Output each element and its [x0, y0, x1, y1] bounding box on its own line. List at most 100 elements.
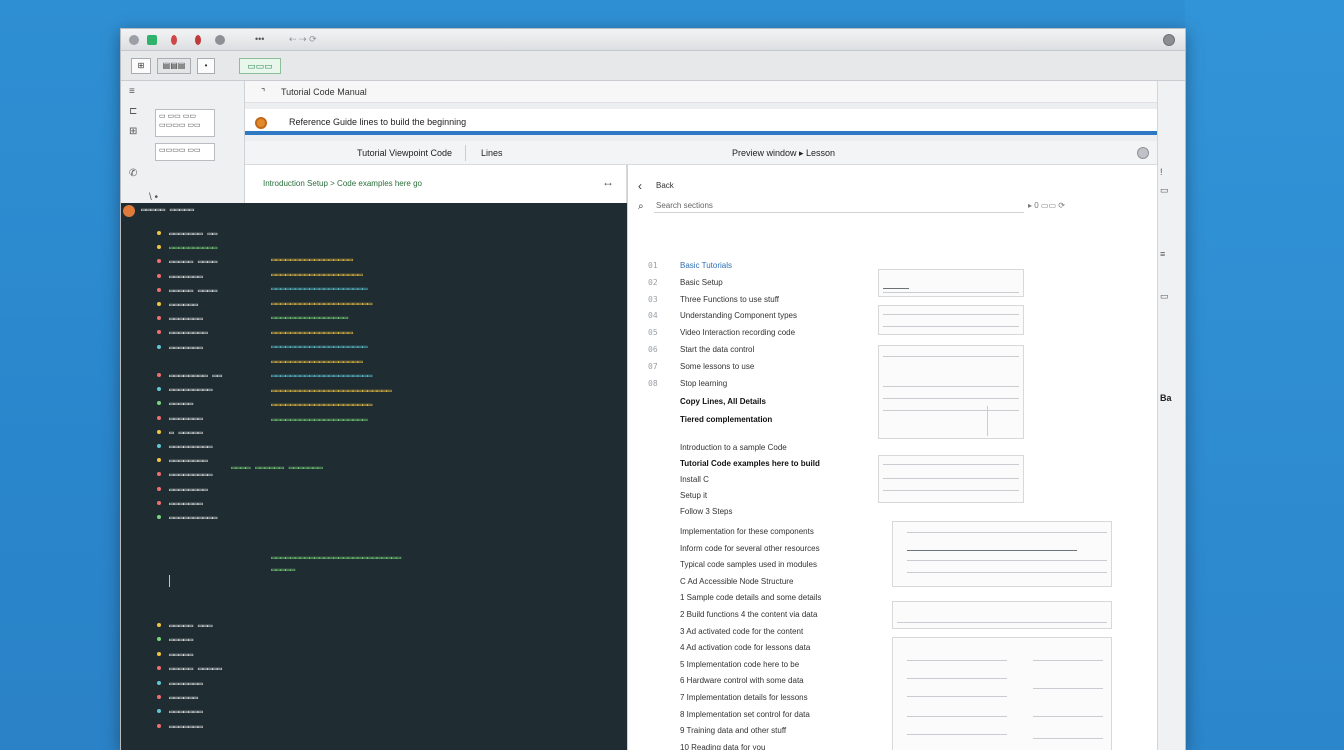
- window-tabs[interactable]: •••: [255, 34, 264, 44]
- lesson-link[interactable]: Stop learning: [680, 379, 727, 388]
- resize-icon[interactable]: ↔: [602, 175, 614, 189]
- panel-icon[interactable]: ▭: [1160, 185, 1169, 196]
- lesson-link[interactable]: Basic Setup: [680, 278, 723, 287]
- settings-icon[interactable]: [215, 35, 225, 45]
- tree-item[interactable]: ▭▭▭▭▭▭▭: [169, 272, 203, 281]
- back-forward-icons[interactable]: ⇠ ⇢ ⟳: [289, 34, 317, 45]
- tree-item[interactable]: ▭▭▭▭▭▭▭: [169, 679, 203, 688]
- tree-item[interactable]: ▭▭▭▭▭ ▭▭▭: [169, 621, 212, 630]
- step-item[interactable]: 10 Reading data for you: [680, 743, 765, 750]
- list-icon[interactable]: ≡: [129, 87, 141, 97]
- lesson-link[interactable]: Start the data control: [680, 345, 754, 354]
- grid-icon[interactable]: ⊞: [129, 127, 141, 137]
- thumbnail-2[interactable]: [878, 305, 1024, 335]
- editor-path-bar: Introduction Setup > Code examples here …: [245, 165, 627, 203]
- thumbnail-3[interactable]: [878, 345, 1024, 439]
- back-label[interactable]: Back: [656, 181, 674, 190]
- tree-item[interactable]: ▭▭▭▭▭▭▭▭▭▭: [169, 513, 217, 522]
- panel-close-icon[interactable]: [1137, 147, 1149, 159]
- breadcrumb-text[interactable]: Tutorial Code Manual: [281, 87, 367, 97]
- tree-item[interactable]: ▭▭▭▭▭ ▭▭▭▭: [169, 257, 217, 266]
- step-item[interactable]: Introduction to a sample Code: [680, 443, 787, 452]
- step-item[interactable]: Install C: [680, 475, 709, 484]
- thumb-line: [907, 572, 1107, 573]
- thumbnail-7[interactable]: [892, 637, 1112, 750]
- step-item[interactable]: C Ad Accessible Node Structure: [680, 577, 793, 586]
- tree-item[interactable]: ▭▭▭▭▭▭▭▭▭: [169, 442, 212, 451]
- page-icon[interactable]: ▭: [1160, 291, 1169, 302]
- step-item[interactable]: 4 Ad activation code for lessons data: [680, 643, 810, 652]
- tree-item[interactable]: ▭▭▭▭▭▭▭▭▭▭: [169, 243, 217, 252]
- step-item[interactable]: Setup it: [680, 491, 707, 500]
- layout-button[interactable]: ⊞: [131, 58, 151, 74]
- bookmark-icon[interactable]: ⊏: [129, 107, 141, 117]
- thumbnail-1[interactable]: [878, 269, 1024, 297]
- code-line: ▭▭▭▭▭▭▭▭▭▭▭▭▭▭▭▭▭▭▭▭: [271, 414, 368, 424]
- window-close-icon[interactable]: [1163, 34, 1175, 46]
- tree-item[interactable]: ▭▭▭▭▭▭: [169, 300, 198, 309]
- tree-item[interactable]: ▭▭▭▭▭▭▭: [169, 414, 203, 423]
- app-icon: [129, 35, 139, 45]
- green-app-icon[interactable]: [147, 35, 157, 45]
- step-item[interactable]: 3 Ad activated code for the content: [680, 627, 803, 636]
- tree-item[interactable]: ▭ ▭▭▭▭▭: [169, 428, 203, 437]
- red-pin-icon[interactable]: [171, 35, 177, 45]
- tree-item[interactable]: ▭▭▭▭▭: [169, 650, 193, 659]
- font-button[interactable]: Ba: [1160, 393, 1172, 403]
- tree-item[interactable]: ▭▭▭▭▭ ▭▭▭▭▭: [169, 664, 222, 673]
- tree-item[interactable]: ▭▭▭▭▭: [169, 399, 193, 408]
- search-input[interactable]: Search sections: [654, 199, 1024, 213]
- thumbnail-6[interactable]: [892, 601, 1112, 629]
- step-item[interactable]: 7 Implementation details for lessons: [680, 693, 808, 702]
- step-item[interactable]: 8 Implementation set control for data: [680, 710, 810, 719]
- tab-tutorial[interactable]: Tutorial Viewpoint Code: [357, 148, 452, 158]
- step-item[interactable]: Typical code samples used in modules: [680, 560, 817, 569]
- tree-dot: [157, 344, 161, 349]
- step-item[interactable]: Implementation for these components: [680, 527, 814, 536]
- lesson-link[interactable]: Three Functions to use stuff: [680, 295, 779, 304]
- tree-item[interactable]: ▭▭▭▭▭▭▭: [169, 722, 203, 731]
- run-button[interactable]: ▭▭▭: [239, 58, 281, 74]
- tab-lines[interactable]: Lines: [481, 148, 503, 158]
- step-item[interactable]: 5 Implementation code here to be: [680, 660, 799, 669]
- tree-item[interactable]: ▭▭▭▭▭▭▭▭▭: [169, 385, 212, 394]
- step-item[interactable]: Tutorial Code examples here to build: [680, 459, 820, 468]
- editor-path[interactable]: Introduction Setup > Code examples here …: [263, 179, 422, 188]
- tree-item[interactable]: ▭▭▭▭▭▭▭ ▭▭: [169, 229, 217, 238]
- thumbnail-5[interactable]: [892, 521, 1112, 587]
- tree-item[interactable]: ▭▭▭▭▭▭▭: [169, 707, 203, 716]
- step-item[interactable]: Inform code for several other resources: [680, 544, 820, 553]
- view-button[interactable]: ▤▤▤: [157, 58, 191, 74]
- lesson-link[interactable]: Video Interaction recording code: [680, 328, 795, 337]
- lesson-link[interactable]: Basic Tutorials: [680, 261, 732, 270]
- alert-icon[interactable]: !: [1160, 167, 1163, 177]
- tree-item[interactable]: ▭▭▭▭▭▭▭▭ ▭▭: [169, 371, 222, 380]
- lesson-link[interactable]: Some lessons to use: [680, 362, 754, 371]
- more-button[interactable]: •: [197, 58, 215, 74]
- tree-item[interactable]: ▭▭▭▭▭▭▭▭▭: [169, 470, 212, 479]
- tree-item[interactable]: ▭▭▭▭▭▭▭▭: [169, 328, 208, 337]
- step-item[interactable]: 1 Sample code details and some details: [680, 593, 821, 602]
- step-item[interactable]: 2 Build functions 4 the content via data: [680, 610, 817, 619]
- tree-item[interactable]: ▭▭▭▭▭▭▭▭: [169, 456, 208, 465]
- search-tools[interactable]: ▸ 0 ▭▭ ⟳: [1028, 201, 1065, 210]
- tree-item[interactable]: ▭▭▭▭▭: [169, 635, 193, 644]
- step-item[interactable]: 9 Training data and other stuff: [680, 726, 786, 735]
- step-item[interactable]: Follow 3 Steps: [680, 507, 732, 516]
- step-item[interactable]: 6 Hardware control with some data: [680, 676, 804, 685]
- code-editor[interactable]: ▭▭▭▭▭ ▭▭▭▭▭ ▭▭▭▭▭▭▭ ▭▭ ▭▭▭▭▭▭▭▭▭▭ ▭▭▭▭▭ ▭▭…: [121, 203, 627, 750]
- file-card[interactable]: ▭ ▭▭ ▭▭ ▭▭▭▭ ▭▭: [155, 109, 215, 137]
- tree-item[interactable]: ▭▭▭▭▭▭▭: [169, 314, 203, 323]
- phone-icon[interactable]: ✆: [129, 169, 141, 179]
- tree-item[interactable]: ▭▭▭▭▭▭▭▭: [169, 485, 208, 494]
- lesson-link[interactable]: Understanding Component types: [680, 311, 797, 320]
- help-icon[interactable]: [195, 35, 201, 45]
- thumbnail-4[interactable]: [878, 455, 1024, 503]
- tree-item[interactable]: ▭▭▭▭▭▭▭: [169, 499, 203, 508]
- file-card-2[interactable]: ▭▭▭▭ ▭▭: [155, 143, 215, 161]
- tree-item[interactable]: ▭▭▭▭▭▭▭: [169, 343, 203, 352]
- menu-icon[interactable]: ≡: [1160, 249, 1165, 259]
- back-arrow-icon[interactable]: ‹: [638, 179, 642, 193]
- tree-item[interactable]: ▭▭▭▭▭▭: [169, 693, 198, 702]
- tree-item[interactable]: ▭▭▭▭▭ ▭▭▭▭: [169, 286, 217, 295]
